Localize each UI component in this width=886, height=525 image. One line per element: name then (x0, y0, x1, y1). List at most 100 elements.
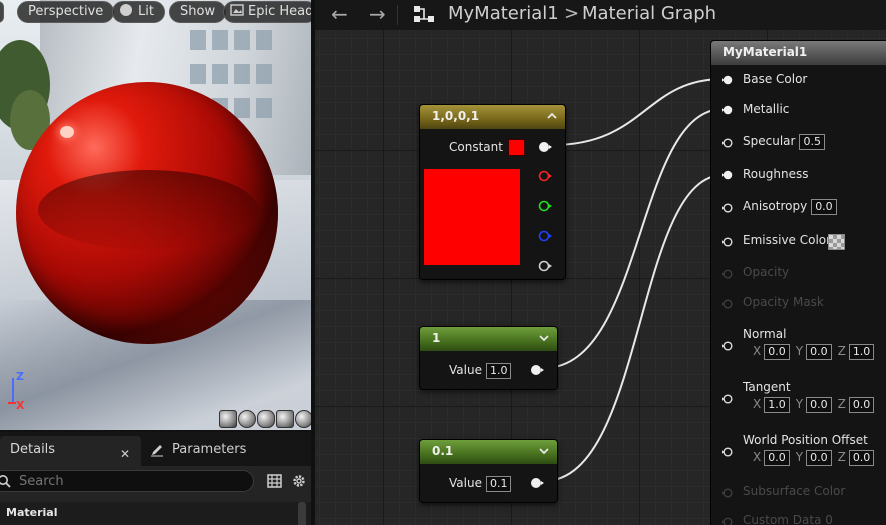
constant3vector-header[interactable]: 1,0,0,1 (420, 105, 565, 129)
output-pin-blue-icon[interactable] (538, 230, 552, 242)
category-material[interactable]: Material (0, 502, 311, 525)
output-pin-red-icon[interactable] (538, 170, 552, 182)
chevron-down-icon[interactable] (539, 333, 549, 343)
cube-preview-icon[interactable] (276, 410, 294, 428)
material-graph-canvas[interactable]: ← → MyMaterial1 > Material Graph 1,0,0,1… (311, 0, 886, 525)
scalar-roughness-label: Value (449, 476, 482, 490)
constant3vector-node[interactable]: 1,0,0,1 Constant (419, 104, 566, 280)
input-pin-icon[interactable] (722, 202, 734, 214)
output-pin-icon[interactable] (530, 364, 544, 376)
input-pin-disabled-icon (722, 269, 733, 279)
input-pin-connected-icon[interactable] (722, 74, 734, 86)
pin-wpo-label: World Position Offset (743, 433, 868, 447)
input-pin-icon[interactable] (722, 137, 734, 149)
teapot-preview-icon[interactable] (295, 410, 311, 428)
pin-world-position-offset[interactable]: World Position Offset X 0.0 Y 0.0 Z 0.0 (711, 431, 886, 471)
input-pin-disabled-icon (722, 517, 733, 525)
toolbar-divider (397, 5, 398, 25)
constant-color-swatch[interactable] (508, 139, 525, 156)
input-pin-connected-icon[interactable] (722, 104, 734, 116)
graph-toolbar: ← → MyMaterial1 > Material Graph (315, 0, 886, 30)
wire-constant-to-basecolor (551, 78, 724, 146)
breadcrumb-asset[interactable]: MyMaterial1 (448, 3, 559, 25)
viewport-menu-button[interactable] (0, 1, 4, 23)
viewport-toolbar: Perspective Lit Show Epic Head (0, 0, 311, 24)
constant3vector-title: 1,0,0,1 (432, 109, 480, 123)
wpo-y-field[interactable]: 0.0 (806, 450, 832, 466)
details-panel: Details ✕ Parameters Material (0, 430, 311, 525)
pin-anisotropy-label: Anisotropy (743, 199, 808, 213)
show-button[interactable]: Show (169, 1, 227, 23)
scalar-one-node[interactable]: 1 Value 1.0 (419, 326, 558, 390)
specular-value-field[interactable]: 0.5 (799, 134, 825, 150)
tangent-y-field[interactable]: 0.0 (806, 397, 832, 413)
tangent-x-field[interactable]: 1.0 (764, 397, 790, 413)
normal-y-field[interactable]: 0.0 (806, 344, 832, 360)
pin-roughness-label: Roughness (743, 167, 809, 181)
scalar-roughness-node[interactable]: 0.1 Value 0.1 (419, 439, 558, 503)
node-graph-icon[interactable] (412, 4, 436, 24)
input-pin-connected-icon[interactable] (722, 169, 734, 181)
normal-z-field[interactable]: 1.0 (848, 344, 875, 360)
output-pin-icon[interactable] (538, 141, 552, 153)
normal-x-field[interactable]: 0.0 (764, 344, 790, 360)
wpo-xyz-row: X 0.0 Y 0.0 Z 0.0 (753, 450, 880, 466)
axis-z-label: Z (837, 344, 846, 358)
lit-sphere-icon (120, 4, 132, 16)
lit-label: Lit (138, 4, 154, 19)
input-pin-icon[interactable] (722, 393, 734, 405)
tangent-z-field[interactable]: 0.0 (848, 397, 875, 413)
preview-viewport[interactable]: Perspective Lit Show Epic Head Z X (0, 0, 311, 430)
pin-specular-row: Specular 0.5 (743, 134, 825, 150)
input-pin-icon[interactable] (722, 236, 734, 248)
cylinder-preview-icon[interactable] (219, 410, 237, 428)
scalar-one-label: Value (449, 363, 482, 377)
chevron-up-icon[interactable] (547, 111, 557, 121)
anisotropy-value-field[interactable]: 0.0 (811, 199, 837, 215)
lit-button[interactable]: Lit (112, 1, 165, 23)
scalar-one-header[interactable]: 1 (420, 327, 557, 351)
input-pin-icon[interactable] (722, 446, 734, 458)
epic-head-button[interactable]: Epic Head (223, 1, 311, 23)
output-pin-alpha-icon[interactable] (538, 260, 552, 272)
perspective-button[interactable]: Perspective (17, 1, 115, 23)
axis-y-label: Y (795, 450, 804, 464)
tab-parameters[interactable]: Parameters (146, 436, 246, 466)
checker-swatch-icon[interactable] (828, 234, 845, 250)
pin-anisotropy-row: Anisotropy 0.0 (743, 199, 837, 215)
pin-tangent[interactable]: Tangent X 1.0 Y 0.0 Z 0.0 (711, 378, 886, 418)
wpo-x-field[interactable]: 0.0 (764, 450, 790, 466)
pin-opacity-label: Opacity (743, 265, 790, 279)
search-row (0, 470, 311, 494)
details-tabbar: Details ✕ Parameters (0, 432, 311, 466)
sphere-preview-icon[interactable] (238, 410, 256, 428)
output-pin-icon[interactable] (530, 477, 544, 489)
details-search-input[interactable] (0, 470, 254, 492)
plane-preview-icon[interactable] (257, 410, 275, 428)
wire-one-to-metallic (543, 108, 724, 369)
axis-indicator: Z X (6, 368, 46, 412)
wpo-z-field[interactable]: 0.0 (848, 450, 875, 466)
pin-tangent-label: Tangent (743, 380, 791, 394)
show-label: Show (180, 4, 216, 19)
scalar-one-value-field[interactable]: 1.0 (485, 363, 512, 379)
gear-icon[interactable] (291, 473, 307, 489)
pin-normal[interactable]: Normal X 0.0 Y 0.0 Z 1.0 (711, 325, 886, 365)
back-arrow-icon[interactable]: ← (331, 4, 348, 24)
scalar-roughness-value-field[interactable]: 0.1 (485, 476, 512, 492)
table-view-icon[interactable] (267, 474, 282, 488)
material-result-header[interactable]: MyMaterial1 (711, 41, 886, 65)
tab-details[interactable]: Details ✕ (0, 436, 141, 466)
material-result-node[interactable]: MyMaterial1 Base Color Metallic Specular… (710, 40, 886, 525)
axis-x-label: X (753, 344, 762, 358)
chevron-down-icon[interactable] (539, 446, 549, 456)
scalar-roughness-header[interactable]: 0.1 (420, 440, 557, 464)
breadcrumb-graph[interactable]: Material Graph (582, 3, 716, 25)
pin-opacity-mask-label: Opacity Mask (743, 295, 824, 309)
close-icon[interactable]: ✕ (120, 440, 130, 468)
details-scrollbar[interactable] (298, 502, 306, 525)
scalar-roughness-title: 0.1 (432, 444, 454, 458)
forward-arrow-icon[interactable]: → (369, 4, 386, 24)
output-pin-green-icon[interactable] (538, 200, 552, 212)
input-pin-icon[interactable] (722, 340, 734, 352)
